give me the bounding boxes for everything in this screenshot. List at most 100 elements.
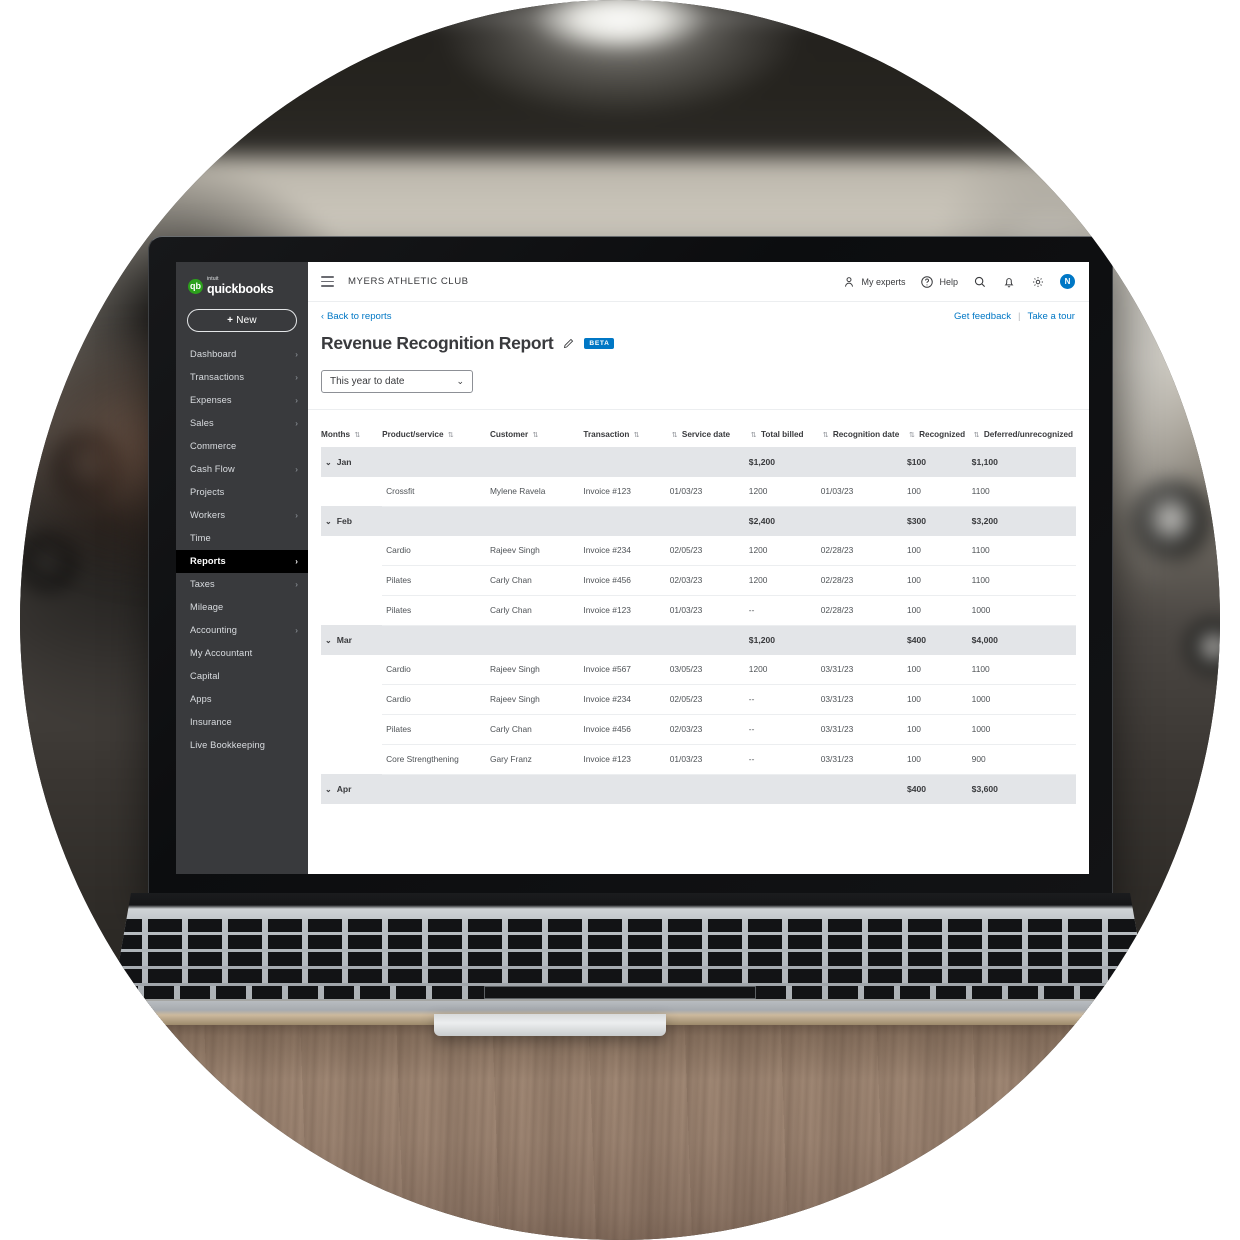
sort-icon: ⇅ <box>973 432 980 439</box>
cell-recognition-date: 01/03/23 <box>820 476 907 507</box>
table-group-row[interactable]: ⌄ Jan $1,200 $100 $1,100 <box>321 447 1076 477</box>
gear-icon[interactable] <box>1031 275 1045 289</box>
chevron-right-icon: › <box>295 579 298 589</box>
cell-recognition-date: 02/28/23 <box>820 565 907 596</box>
column-header-product-service[interactable]: Product/service ⇅ <box>382 410 490 447</box>
back-to-reports-link[interactable]: ‹ Back to reports <box>321 311 392 322</box>
cell-recognized: 100 <box>906 476 972 507</box>
chevron-down-icon[interactable]: ⌄ <box>325 636 332 645</box>
cell-product <box>382 506 490 536</box>
sidebar-item-capital[interactable]: Capital <box>176 665 308 688</box>
my-experts-button[interactable]: My experts <box>842 275 905 289</box>
help-button[interactable]: Help <box>920 275 958 289</box>
column-header-transaction[interactable]: Transaction ⇅ <box>583 410 669 447</box>
column-header-customer[interactable]: Customer ⇅ <box>490 410 583 447</box>
sidebar-nav-list: Dashboard › Transactions › Expenses › Sales › Co… <box>176 343 308 757</box>
sort-icon: ⇅ <box>671 432 678 439</box>
cell-customer: Carly Chan <box>489 595 584 626</box>
chevron-right-icon: › <box>295 510 298 520</box>
new-button-label: New <box>236 314 257 326</box>
cell-value: Invoice #123 <box>583 605 631 615</box>
cell-value: $100 <box>906 456 927 467</box>
date-range-select[interactable]: This year to date ⌄ <box>321 370 473 393</box>
plus-icon: + <box>227 314 234 326</box>
sort-icon: ⇅ <box>750 432 757 439</box>
column-header-months[interactable]: Months ⇅ <box>321 410 382 447</box>
sidebar-item-workers[interactable]: Workers › <box>176 504 308 527</box>
question-circle-icon <box>920 275 934 289</box>
cell-product: Crossfit <box>382 476 490 507</box>
cell-total-billed <box>748 774 821 804</box>
quickbooks-logo[interactable]: qb intuit quickbooks <box>176 270 308 296</box>
sidebar-item-projects[interactable]: Projects <box>176 481 308 504</box>
pencil-icon[interactable] <box>562 337 575 350</box>
sidebar-item-insurance[interactable]: Insurance <box>176 711 308 734</box>
sidebar-item-label: Reports <box>190 556 226 566</box>
sidebar-item-mileage[interactable]: Mileage <box>176 596 308 619</box>
column-header-recognized[interactable]: ⇅ Recognized <box>907 410 972 447</box>
cell-value: $300 <box>906 516 927 526</box>
cell-service-date: 01/03/23 <box>669 595 749 626</box>
hamburger-icon[interactable] <box>321 276 334 287</box>
bell-icon[interactable] <box>1002 275 1016 289</box>
sort-icon: ⇅ <box>447 432 454 439</box>
cell-months: ⌄ Apr <box>321 774 383 804</box>
table-group-row[interactable]: ⌄ Mar $1,200 $400 $4,000 <box>321 625 1076 655</box>
sidebar-item-commerce[interactable]: Commerce <box>176 435 308 458</box>
column-header-label: Transaction <box>583 430 630 439</box>
cell-value: Pilates <box>386 605 412 615</box>
cell-recognition-date <box>820 447 907 477</box>
search-icon[interactable] <box>973 275 987 289</box>
get-feedback-link[interactable]: Get feedback <box>954 311 1011 322</box>
cell-value: 100 <box>906 486 921 496</box>
cell-value: Gary Franz <box>489 754 532 764</box>
sidebar-item-label: Capital <box>190 671 220 681</box>
sidebar-item-taxes[interactable]: Taxes › <box>176 573 308 596</box>
cell-value: 01/03/23 <box>669 605 703 615</box>
sidebar-item-accounting[interactable]: Accounting › <box>176 619 308 642</box>
table-row: Pilates Carly Chan Invoice #456 02/03/23 120… <box>321 565 1076 596</box>
cell-value: $400 <box>906 635 927 645</box>
sidebar-item-apps[interactable]: Apps <box>176 688 308 711</box>
cell-deferred: 1100 <box>971 565 1076 596</box>
chevron-down-icon[interactable]: ⌄ <box>325 517 332 526</box>
column-header-recognition-date[interactable]: ⇅ Recognition date <box>821 410 907 447</box>
sidebar-item-expenses[interactable]: Expenses › <box>176 389 308 412</box>
table-group-row[interactable]: ⌄ Feb $2,400 $300 $3,200 <box>321 506 1076 536</box>
column-header-service-date[interactable]: ⇅ Service date <box>670 410 749 447</box>
chevron-down-icon[interactable]: ⌄ <box>325 785 332 794</box>
cell-deferred: 1100 <box>971 535 1076 566</box>
take-a-tour-link[interactable]: Take a tour <box>1028 311 1075 322</box>
sidebar-item-reports[interactable]: Reports › <box>176 549 308 573</box>
cell-value: Invoice #123 <box>583 486 631 496</box>
cell-recognized: 100 <box>906 654 972 685</box>
avatar[interactable]: N <box>1060 274 1075 289</box>
new-button[interactable]: + New <box>187 308 297 332</box>
column-header-total-billed[interactable]: ⇅ Total billed <box>749 410 821 447</box>
cell-deferred: 1100 <box>971 654 1076 685</box>
cell-recognition-date: 03/31/23 <box>820 684 907 715</box>
quickbooks-wordmark: intuit quickbooks <box>207 277 274 296</box>
laptop-screen: qb intuit quickbooks + New Dashboard › Tran… <box>176 262 1089 874</box>
cell-value: 1000 <box>971 694 991 704</box>
table-group-row[interactable]: ⌄ Apr $400 $3,600 <box>321 774 1076 804</box>
sidebar-item-cash-flow[interactable]: Cash Flow › <box>176 458 308 481</box>
cell-customer: Gary Franz <box>489 744 584 775</box>
cell-value: 02/03/23 <box>669 575 703 585</box>
sidebar-item-live-bookkeeping[interactable]: Live Bookkeeping <box>176 734 308 757</box>
sidebar-item-transactions[interactable]: Transactions › <box>176 366 308 389</box>
cell-value: 100 <box>906 605 921 615</box>
chevron-down-icon[interactable]: ⌄ <box>325 458 332 467</box>
sidebar-item-sales[interactable]: Sales › <box>176 412 308 435</box>
cell-total-billed: -- <box>748 684 821 715</box>
sidebar-item-dashboard[interactable]: Dashboard › <box>176 343 308 366</box>
sidebar-item-time[interactable]: Time <box>176 527 308 550</box>
date-range-value: This year to date <box>330 376 405 387</box>
cell-customer: Carly Chan <box>489 714 584 745</box>
sidebar-item-my-accountant[interactable]: My Accountant <box>176 642 308 665</box>
chevron-down-icon: ⌄ <box>456 376 464 386</box>
quickbooks-label: quickbooks <box>207 282 274 296</box>
table-header: Months ⇅ Product/service ⇅ Customer ⇅ Trans… <box>321 410 1076 447</box>
sidebar-item-label: My Accountant <box>190 648 253 658</box>
column-header-deferred-unrecognized[interactable]: ⇅ Deferred/unrecognized <box>972 410 1076 447</box>
